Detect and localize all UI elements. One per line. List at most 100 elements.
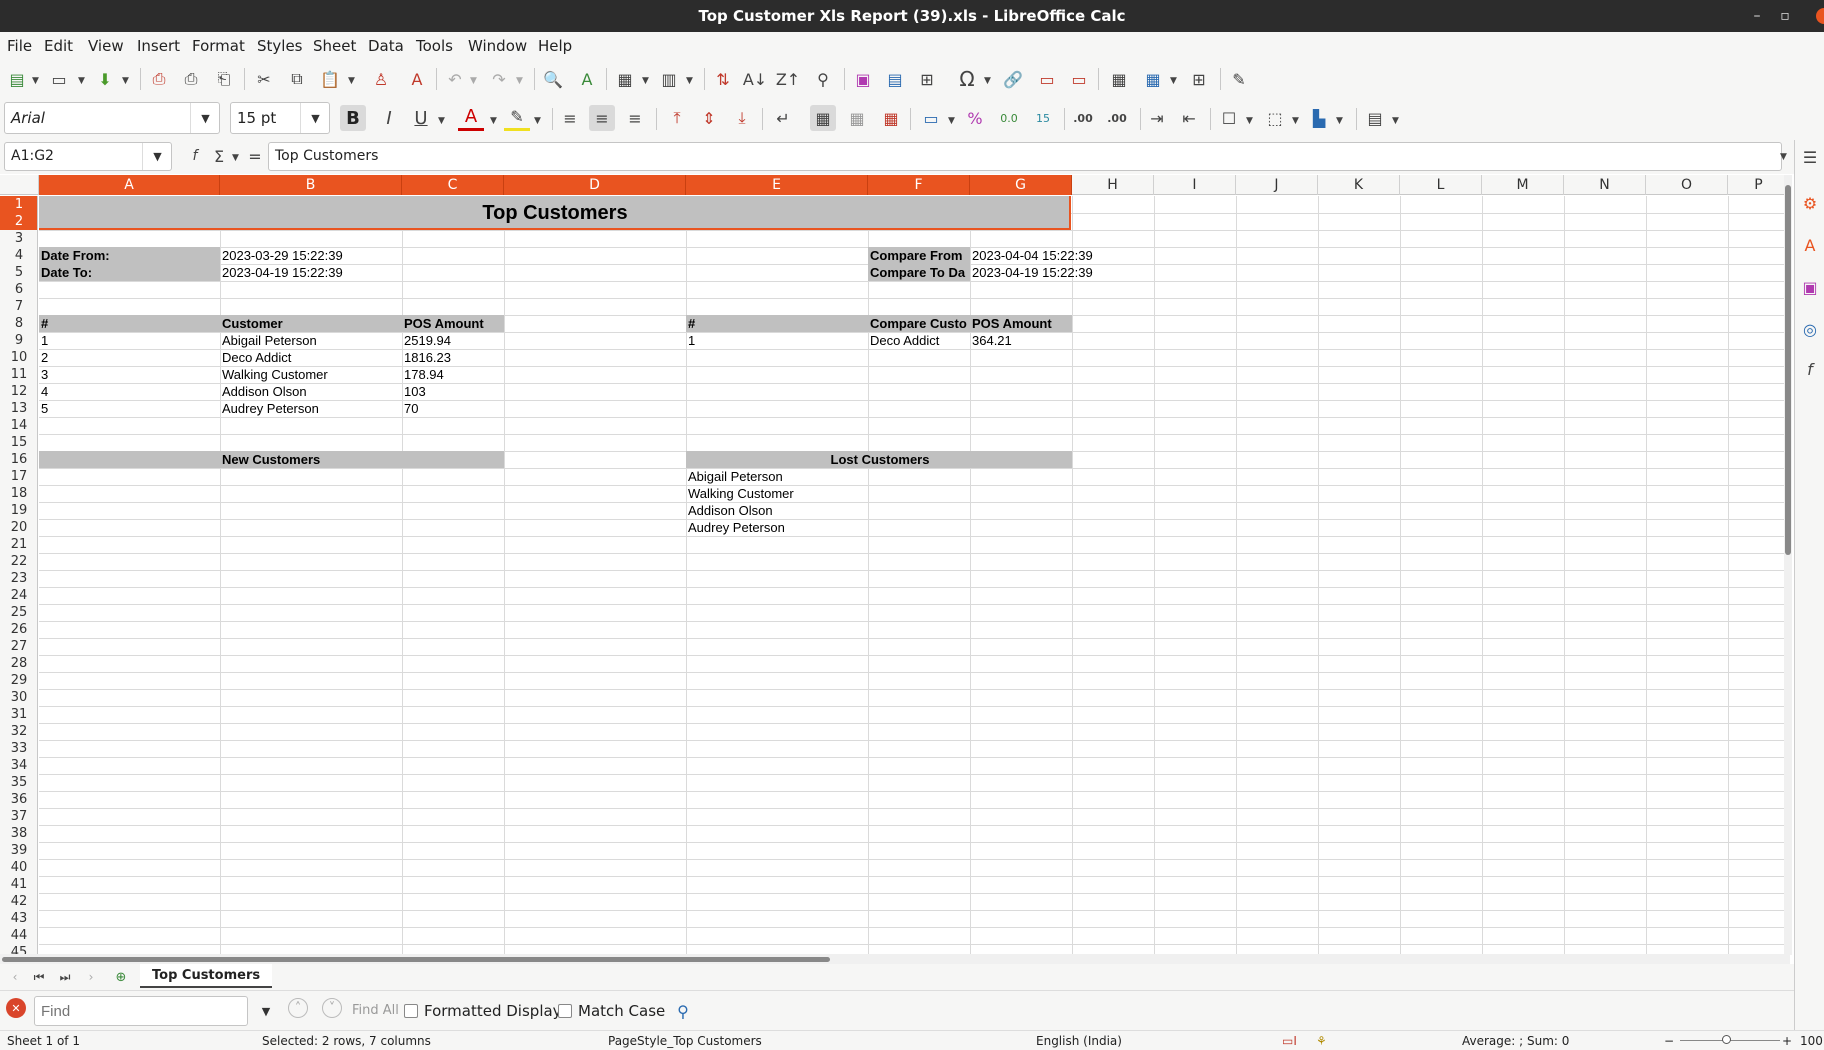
row-header[interactable]: 6 [0, 281, 37, 298]
table-cell[interactable]: 2519.94 [402, 332, 504, 349]
row-header[interactable]: 31 [0, 706, 37, 723]
unmerge-cells-icon[interactable]: ▦ [878, 105, 904, 131]
align-top-icon[interactable]: ⤒ [664, 105, 690, 131]
function-wizard-icon[interactable]: f [182, 143, 208, 169]
row-header[interactable]: 30 [0, 689, 37, 706]
report-title[interactable]: Top Customers [39, 196, 1071, 230]
pivot-table-icon[interactable]: ⊞ [914, 66, 940, 92]
wrap-text-icon[interactable]: ↵ [770, 105, 796, 131]
scrollbar-thumb[interactable] [2, 957, 830, 962]
find-all-button[interactable]: Find All [352, 1003, 399, 1018]
italic-icon[interactable]: I [376, 105, 402, 131]
date-from-label[interactable]: Date From: [39, 247, 220, 264]
percent-format-icon[interactable]: % [962, 105, 988, 131]
table-cell[interactable]: Audrey Peterson [220, 400, 402, 417]
vertical-scrollbar[interactable] [1784, 175, 1792, 955]
chevron-down-icon[interactable]: ▼ [438, 116, 445, 126]
table-cell[interactable]: 3 [39, 366, 220, 383]
menu-edit[interactable]: Edit [44, 37, 73, 55]
spelling-icon[interactable]: A [574, 66, 600, 92]
table-cell[interactable]: 2 [39, 349, 220, 366]
horizontal-scrollbar[interactable] [0, 954, 1790, 964]
menu-view[interactable]: View [88, 37, 124, 55]
delete-decimal-icon[interactable]: .00 [1104, 105, 1130, 131]
row-header[interactable]: 12 [0, 383, 37, 400]
highlighting-color-icon[interactable]: ✎ [504, 105, 530, 131]
chevron-down-icon[interactable]: ▼ [142, 143, 172, 170]
styles-icon[interactable]: A [1797, 232, 1823, 258]
row-header[interactable]: 37 [0, 808, 37, 825]
row-header[interactable]: 32 [0, 723, 37, 740]
find-previous-icon[interactable]: ˄ [288, 998, 308, 1018]
column-header[interactable]: C [402, 175, 504, 195]
row-header[interactable]: 42 [0, 893, 37, 910]
menu-format[interactable]: Format [192, 37, 245, 55]
row-header[interactable]: 45 [0, 944, 37, 954]
row-header[interactable]: 25 [0, 604, 37, 621]
table-cell[interactable]: 1816.23 [402, 349, 504, 366]
merge-cells-icon[interactable]: ▦ [844, 105, 870, 131]
row-header[interactable]: 10 [0, 349, 37, 366]
find-replace-icon[interactable]: 🔍 [540, 66, 566, 92]
table-cell[interactable]: 103 [402, 383, 504, 400]
new-customers-label[interactable]: New Customers [220, 451, 504, 468]
table-cell[interactable]: Addison Olson [220, 383, 402, 400]
clear-formatting-icon[interactable]: A [404, 66, 430, 92]
row-header[interactable]: 17 [0, 468, 37, 485]
align-left-icon[interactable]: ≡ [557, 105, 583, 131]
freeze-rows-columns-icon[interactable]: ▦ [1140, 66, 1166, 92]
column-icon[interactable]: ▥ [656, 66, 682, 92]
comment-icon[interactable]: ▭ [1034, 66, 1060, 92]
row-header[interactable]: 16 [0, 451, 37, 468]
close-icon[interactable] [1816, 8, 1824, 24]
row-header[interactable]: 5 [0, 264, 37, 281]
align-bottom-icon[interactable]: ⤓ [729, 105, 755, 131]
row-header[interactable]: 1 [0, 196, 37, 213]
new-document-icon[interactable]: ▤ [4, 66, 30, 92]
table-cell[interactable]: Abigail Peterson [220, 332, 402, 349]
bold-icon[interactable]: B [340, 105, 366, 131]
column-header[interactable]: E [686, 175, 868, 195]
compare-to-value[interactable]: 2023-04-19 15:22:39 [970, 264, 1130, 281]
row-header[interactable]: 44 [0, 927, 37, 944]
table-header[interactable]: POS Amount [970, 315, 1072, 332]
menu-tools[interactable]: Tools [416, 37, 453, 55]
column-header[interactable]: P [1728, 175, 1790, 195]
align-center-icon[interactable]: ≡ [589, 105, 615, 131]
chevron-down-icon[interactable]: ▼ [534, 116, 541, 126]
table-cell[interactable]: 70 [402, 400, 504, 417]
row-header[interactable]: 29 [0, 672, 37, 689]
sort-descending-icon[interactable]: Z↑ [775, 66, 801, 92]
find-replace-icon[interactable]: ⚲ [670, 998, 696, 1024]
chevron-down-icon[interactable]: ▼ [122, 76, 129, 86]
column-header[interactable]: O [1646, 175, 1728, 195]
draw-functions-icon[interactable]: ✎ [1226, 66, 1252, 92]
sort-icon[interactable]: ⇅ [710, 66, 736, 92]
row-header[interactable]: 14 [0, 417, 37, 434]
print-icon[interactable]: ⎙ [178, 66, 204, 92]
menu-sheet[interactable]: Sheet [313, 37, 356, 55]
chevron-down-icon[interactable]: ▼ [470, 76, 477, 86]
formatted-display-checkbox[interactable] [404, 1004, 418, 1018]
merge-center-icon[interactable]: ▦ [810, 105, 836, 131]
font-name-box[interactable]: Arial [4, 102, 220, 134]
row-header[interactable]: 24 [0, 587, 37, 604]
row-header[interactable]: 26 [0, 621, 37, 638]
hyperlink-icon[interactable]: 🔗 [1000, 66, 1026, 92]
cut-icon[interactable]: ✂ [251, 66, 277, 92]
column-header[interactable]: N [1564, 175, 1646, 195]
close-find-bar-icon[interactable]: ✕ [6, 998, 26, 1018]
row-header[interactable]: 8 [0, 315, 37, 332]
compare-from-value[interactable]: 2023-04-04 15:22:39 [970, 247, 1130, 264]
compare-to-label[interactable]: Compare To Da [868, 264, 970, 281]
table-cell[interactable]: Deco Addict [868, 332, 970, 349]
date-to-label[interactable]: Date To: [39, 264, 220, 281]
row-header[interactable]: 21 [0, 536, 37, 553]
column-header[interactable]: I [1154, 175, 1236, 195]
row-header[interactable]: 28 [0, 655, 37, 672]
expand-formula-icon[interactable]: ▼ [1780, 152, 1787, 162]
zoom-out-icon[interactable]: − [1664, 1034, 1674, 1048]
row-header[interactable]: 3 [0, 230, 37, 247]
chevron-down-icon[interactable]: ▼ [1392, 116, 1399, 126]
selection-mode-icon[interactable]: ▭I [1282, 1034, 1297, 1048]
